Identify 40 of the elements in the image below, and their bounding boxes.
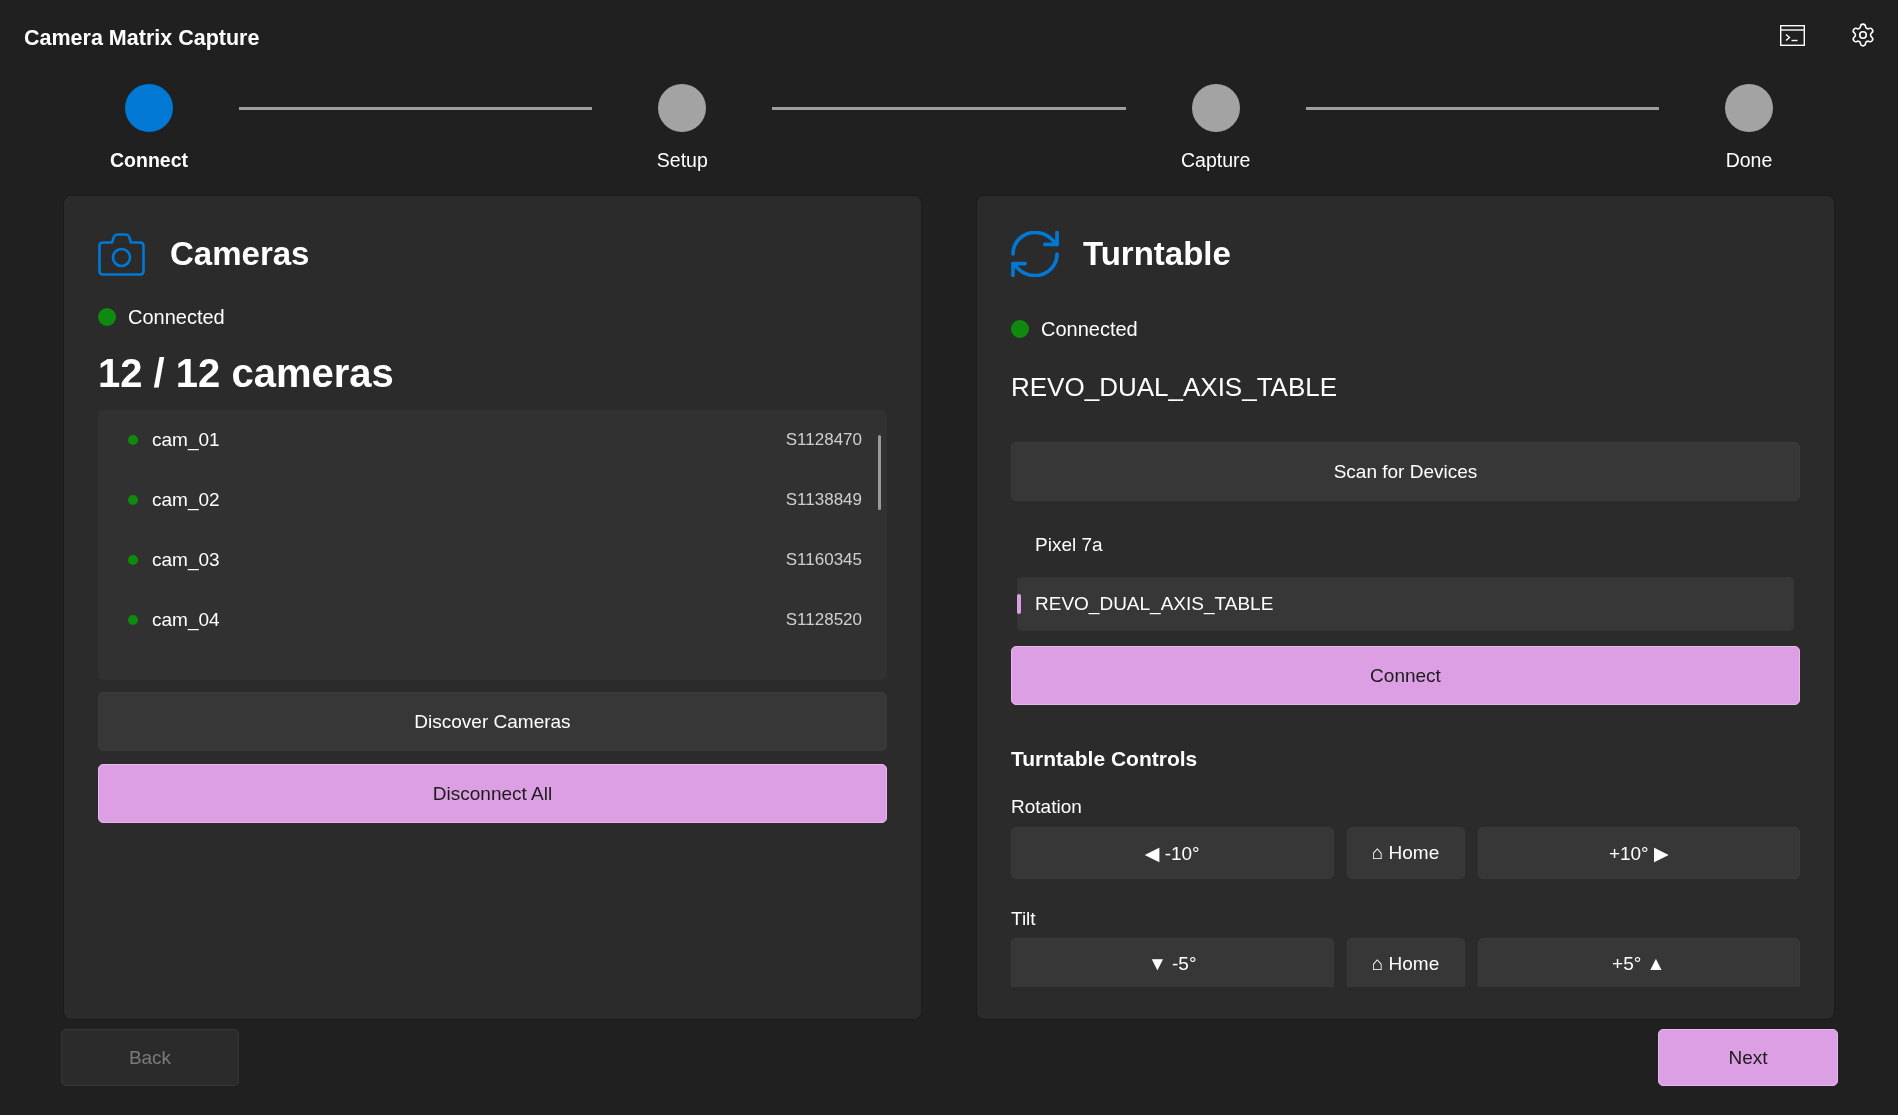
scan-button[interactable]: Scan for Devices [1011,442,1800,501]
tilt-up-button[interactable]: +5° ▲ [1477,938,1800,987]
device-item[interactable]: REVO_DUAL_AXIS_TABLE [1017,577,1794,631]
camera-name: cam_04 [152,609,220,631]
panel-title: Cameras [170,235,310,273]
camera-name: cam_01 [152,429,220,451]
discover-button[interactable]: Discover Cameras [98,692,887,751]
camera-serial: S1138849 [785,490,862,510]
connect-button[interactable]: Connect [1011,646,1800,705]
camera-serial: S1160345 [785,550,862,570]
device-name: REVO_DUAL_AXIS_TABLE [1011,371,1339,403]
tilt-home-button[interactable]: ⌂ Home [1346,938,1465,987]
camera-name: cam_03 [152,549,220,571]
disconnect-button[interactable]: Disconnect All [98,764,887,823]
camera-icon [98,232,145,276]
camera-serial: S1128520 [785,610,862,630]
refresh-icon [1011,231,1059,277]
step-label: Done [1725,148,1773,172]
terminal-icon[interactable] [1780,24,1805,46]
step-label: Connect [110,148,188,172]
tilt-down-button[interactable]: ▼ -5° [1011,938,1334,987]
camera-serial: S1128470 [785,430,862,450]
step-label: Setup [656,148,708,172]
scrollbar[interactable] [878,435,881,510]
status-label: Connected [128,305,225,329]
panel-title: Turntable [1083,235,1231,273]
settings-icon[interactable] [1850,22,1876,48]
step-label: Capture [1180,148,1251,172]
control-label: Tilt [1011,907,1037,931]
status-label: Connected [1041,317,1138,341]
rotation-home-button[interactable]: ⌂ Home [1346,827,1465,879]
app-title: Camera Matrix Capture [24,25,260,51]
next-button[interactable]: Next [1658,1029,1838,1086]
section-title: Turntable Controls [1011,746,1199,772]
camera-count: 12 / 12 cameras [98,350,395,397]
control-label: Rotation [1011,795,1083,819]
device-item[interactable]: Pixel 7a [1017,518,1794,572]
rotate-right-button[interactable]: +10° ▶ [1477,827,1800,879]
rotate-left-button[interactable]: ◀ -10° [1011,827,1334,879]
camera-name: cam_02 [152,489,220,511]
